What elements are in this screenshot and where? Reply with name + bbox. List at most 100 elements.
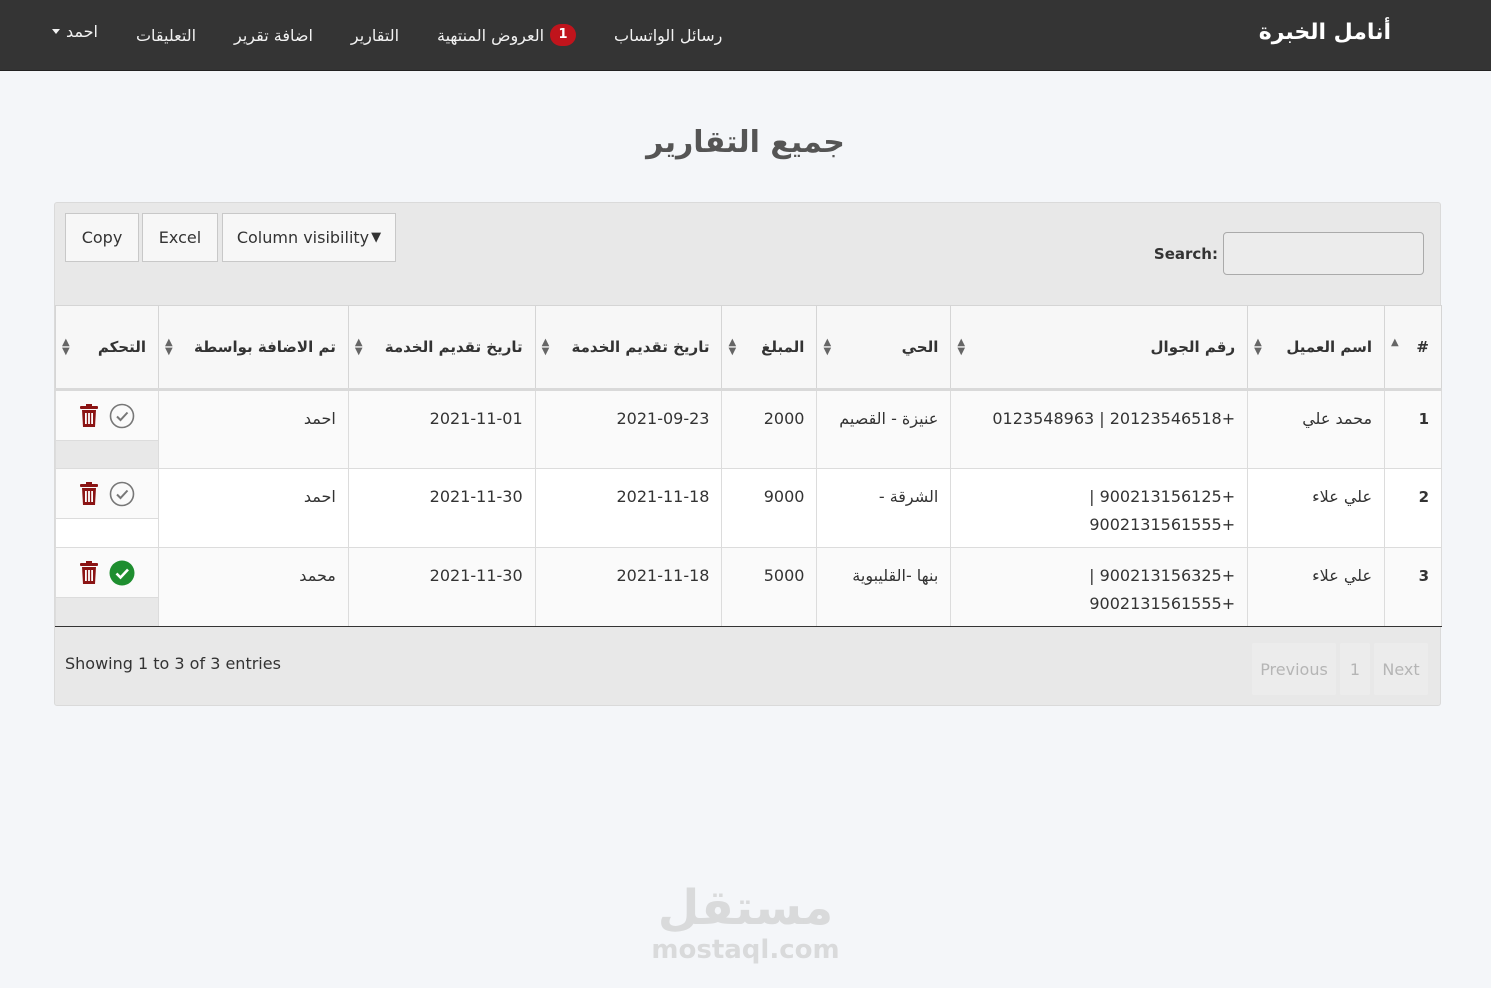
cell-control [54,389,160,469]
copy-button[interactable]: Copy [65,213,139,262]
nav-add-report[interactable]: اضافة تقرير [234,26,313,45]
trash-icon[interactable] [79,560,99,585]
col-header-added-by[interactable]: تم الاضافة بواسطة ▲ ▼ [158,305,349,391]
col-header-client-name-label: اسم العميل [1286,338,1373,356]
cell-added-by: محمد [158,547,349,627]
column-visibility-button[interactable]: Column visibility ▼ [222,213,396,262]
sort-icon: ▲ ▼ [823,337,832,357]
cell-num: 1 [1384,389,1442,469]
sort-icon: ▲ ▼ [354,337,363,357]
col-header-service-date-2-label: تاريخ تقديم الخدمة [384,338,523,356]
cell-district: الشرقة - [816,468,952,548]
cell-service-date-1: 2021-11-18 [534,468,723,548]
nav-comments-label: التعليقات [135,25,197,45]
pagination: Previous 1 Next [1252,643,1428,695]
sort-icon: ▲ ▼ [62,337,70,357]
reports-table: # ▲ اسم العميل ▲ ▼ رقم الجوال ▲ ▼ الحي ▲ ▼ المب… [54,305,1442,627]
user-dropdown[interactable]: احمد [52,22,98,41]
cell-added-by: احمد [158,389,349,469]
cell-phone: +20123546518 | 0123548963 [950,389,1249,469]
table-row: 1 محمد علي +20123546518 | 0123548963 عني… [54,389,1442,469]
caret-down-icon [52,28,60,34]
col-header-service-date-1[interactable]: تاريخ تقديم الخدمة ▲ ▼ [534,305,723,391]
row-actions [56,469,159,519]
expired-offers-badge: 1 [550,24,577,46]
cell-added-by: احمد [158,468,349,548]
table-row: 3 علي علاء +900213156325 | +900213156155… [54,547,1442,627]
cell-amount: 5000 [721,547,818,627]
col-header-num-label: # [1416,338,1429,356]
cell-phone: +900213156125 | +9002131561555 [950,468,1249,548]
page-title: جميع التقارير [646,125,845,160]
watermark-logo: مستقل [657,880,834,936]
sort-icon: ▲ ▼ [1254,337,1262,357]
col-header-amount-label: المبلغ [761,338,805,356]
table-info: Showing 1 to 3 of 3 entries [65,654,281,673]
column-visibility-label: Column visibility [236,228,370,247]
col-header-service-date-2[interactable]: تاريخ تقديم الخدمة ▲ ▼ [347,305,536,391]
approve-outline-icon[interactable] [109,403,135,429]
user-name: احمد [66,21,98,41]
col-header-service-date-1-label: تاريخ تقديم الخدمة [571,338,710,356]
cell-service-date-2: 2021-11-30 [347,468,536,548]
cell-num: 2 [1384,468,1442,548]
cell-phone: +900213156325 | +9002131561555 [950,547,1249,627]
triangle-down-icon: ▼ [371,230,382,245]
row-actions [56,548,159,598]
col-header-added-by-label: تم الاضافة بواسطة [194,338,336,356]
col-header-phone[interactable]: رقم الجوال ▲ ▼ [950,305,1249,391]
top-navbar: أنامل الخبرة رسائل الواتساب العروض المنت… [0,0,1491,71]
table-row: 2 علي علاء +900213156125 | +900213156155… [54,468,1442,548]
col-header-phone-label: رقم الجوال [1150,338,1236,356]
reports-table-panel: Copy Excel Column visibility ▼ Search: # ▲… [54,202,1442,706]
sort-asc-icon: ▲ [1391,337,1399,348]
table-header-row: # ▲ اسم العميل ▲ ▼ رقم الجوال ▲ ▼ الحي ▲ ▼ المب… [54,305,1442,391]
col-header-control[interactable]: التحكم ▲ ▼ [54,305,160,391]
approved-check-icon[interactable] [109,560,135,586]
col-header-control-label: التحكم [97,338,147,356]
previous-button[interactable]: Previous [1252,643,1336,695]
cell-num: 3 [1384,547,1442,627]
cell-amount: 2000 [721,389,818,469]
brand-logo-text[interactable]: أنامل الخبرة [1259,20,1391,45]
nav-expired-offers-label: العروض المنتهية [437,25,545,45]
cell-control [54,547,160,627]
cell-district: بنها -القليبوية [816,547,952,627]
cell-client-name: علي علاء [1247,547,1386,627]
nav-whatsapp-messages-label: رسائل الواتساب [614,25,723,45]
nav-links: رسائل الواتساب العروض المنتهية 1 التقارير… [52,22,722,47]
sort-icon: ▲ ▼ [165,337,173,357]
row-actions [56,391,159,441]
col-header-client-name[interactable]: اسم العميل ▲ ▼ [1247,305,1386,391]
nav-whatsapp-messages[interactable]: رسائل الواتساب [614,26,722,45]
trash-icon[interactable] [79,403,99,428]
col-header-amount[interactable]: المبلغ ▲ ▼ [721,305,818,391]
cell-district: عنيزة - القصيم [816,389,952,469]
sort-icon: ▲ ▼ [728,337,737,357]
col-header-district[interactable]: الحي ▲ ▼ [816,305,952,391]
search-label: Search: [1153,245,1218,263]
cell-service-date-2: 2021-11-01 [347,389,536,469]
cell-client-name: علي علاء [1247,468,1386,548]
nav-add-report-label: اضافة تقرير [234,25,313,45]
col-header-num[interactable]: # ▲ [1384,305,1442,391]
page-1-button[interactable]: 1 [1340,643,1370,695]
nav-reports-label: التقارير [350,25,400,45]
nav-reports[interactable]: التقارير [351,26,399,45]
col-header-district-label: الحي [901,338,939,356]
cell-client-name: محمد علي [1247,389,1386,469]
trash-icon[interactable] [79,481,99,506]
approve-outline-icon[interactable] [109,481,135,507]
cell-service-date-1: 2021-09-23 [534,389,723,469]
cell-amount: 9000 [721,468,818,548]
search-input[interactable] [1223,232,1424,275]
nav-expired-offers[interactable]: العروض المنتهية 1 [437,24,577,46]
sort-icon: ▲ ▼ [957,337,966,357]
sort-icon: ▲ ▼ [541,337,550,357]
cell-service-date-2: 2021-11-30 [347,547,536,627]
watermark-url: mostaql.com [651,935,840,965]
next-button[interactable]: Next [1374,643,1428,695]
nav-comments[interactable]: التعليقات [136,26,196,45]
cell-control [54,468,160,548]
excel-button[interactable]: Excel [142,213,218,262]
